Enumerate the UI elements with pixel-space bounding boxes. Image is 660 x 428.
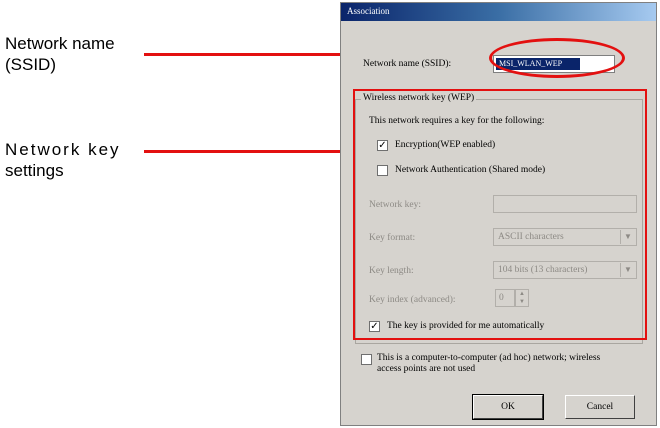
callout-network-name: Network name (SSID): [5, 33, 115, 75]
adhoc-label[interactable]: This is a computer-to-computer (ad hoc) …: [377, 353, 600, 375]
ssid-highlight-ellipse: [489, 38, 625, 78]
leader-line-network-key: [144, 150, 355, 153]
callout-network-key-line2: settings: [5, 161, 64, 180]
ok-button[interactable]: OK: [472, 394, 544, 420]
callout-network-name-line2: (SSID): [5, 55, 56, 74]
ssid-label: Network name (SSID):: [363, 59, 452, 69]
adhoc-checkbox[interactable]: [361, 354, 372, 365]
dialog-title-bar[interactable]: Association: [341, 3, 656, 21]
cancel-button[interactable]: Cancel: [565, 395, 635, 419]
callout-network-key: Network key settings: [5, 139, 121, 181]
adhoc-label-line1: This is a computer-to-computer (ad hoc) …: [377, 353, 601, 363]
callout-network-name-line1: Network name: [5, 34, 115, 53]
dialog-title: Association: [347, 6, 390, 16]
callout-network-key-line1: Network key: [5, 140, 121, 159]
adhoc-label-line2: access points are not used: [377, 364, 476, 374]
network-key-highlight-box: [353, 89, 647, 340]
